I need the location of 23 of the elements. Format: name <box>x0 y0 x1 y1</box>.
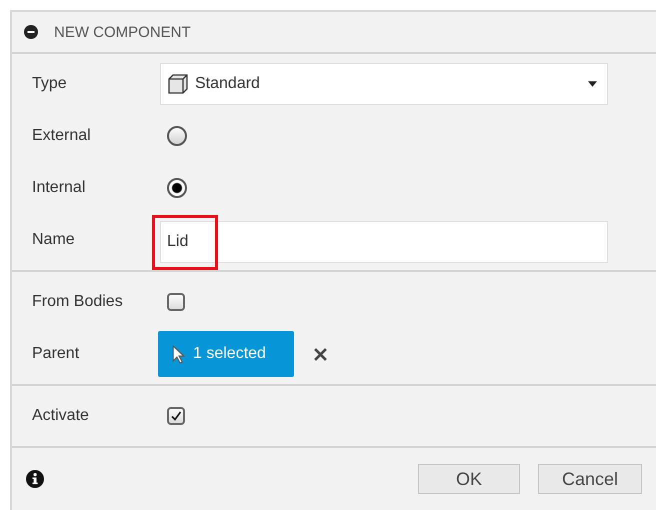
radio-button[interactable] <box>167 178 187 198</box>
field-label: Internal <box>31 179 86 197</box>
type-dropdown[interactable]: Standard <box>160 63 608 105</box>
checkbox[interactable] <box>167 407 185 425</box>
field-label: From Bodies <box>31 293 124 311</box>
info-icon[interactable] <box>26 470 44 488</box>
dialog-button[interactable]: OK <box>418 464 520 494</box>
checkbox[interactable] <box>167 293 185 311</box>
field-label: Activate <box>31 407 90 425</box>
field-label: Parent <box>31 345 80 363</box>
name-field[interactable]: Lid <box>160 221 608 263</box>
dialog-button[interactable]: Cancel <box>538 464 642 494</box>
check-icon <box>170 410 182 422</box>
caret-icon <box>588 81 597 87</box>
clear-icon[interactable] <box>314 348 327 360</box>
panel-title: NEW COMPONENT <box>54 24 191 40</box>
collapse-icon[interactable] <box>24 25 38 39</box>
cube-icon <box>167 73 189 95</box>
field-label: Name <box>31 231 76 249</box>
field-label: External <box>31 127 92 145</box>
radio-button[interactable] <box>167 126 187 146</box>
field-label: Type <box>31 75 68 93</box>
cursor-icon <box>172 344 185 364</box>
